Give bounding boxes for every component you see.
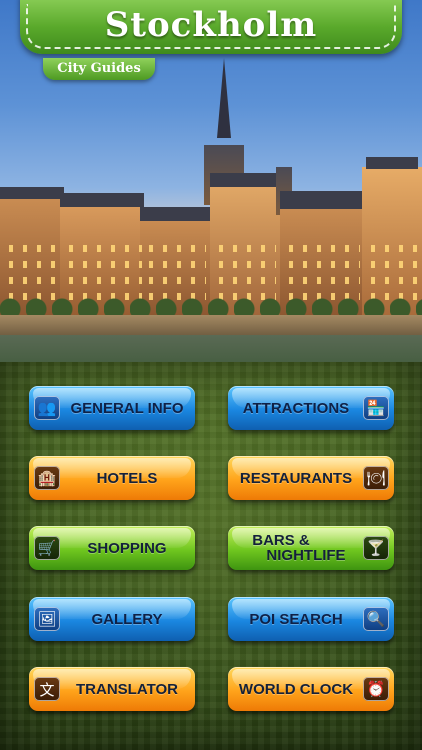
stockholm-city-photo (0, 0, 422, 375)
bars-nightlife-line1: BARS & (252, 532, 310, 549)
attractions-label: ATTRACTIONS (242, 399, 350, 417)
bars-nightlife-label: BARS & NIGHTLIFE (232, 526, 360, 570)
shopping-cart-icon: 🛒 (34, 536, 60, 560)
gallery-label: GALLERY (91, 610, 163, 628)
bars-nightlife-line2: NIGHTLIFE (266, 547, 346, 564)
bars-nightlife-button[interactable]: BARS & NIGHTLIFE 🍸 (228, 526, 394, 570)
poi-search-button[interactable]: POI SEARCH 🔍 (228, 597, 394, 641)
poi-search-label: POI SEARCH (249, 610, 343, 628)
title-banner: Stockholm (20, 0, 402, 54)
translator-label: TRANSLATOR (76, 680, 178, 698)
shopping-label: SHOPPING (87, 539, 167, 557)
translator-button[interactable]: 文 TRANSLATOR (29, 667, 195, 711)
restaurants-label: RESTAURANTS (239, 469, 353, 487)
app-screen: Stockholm City Guides 👥 GENERAL INFO ATT… (0, 0, 422, 750)
hotel-building-icon: 🏨 (34, 466, 60, 490)
gallery-button[interactable]: 🖼 GALLERY (29, 597, 195, 641)
world-clock-label: WORLD CLOCK (238, 680, 354, 698)
hotels-button[interactable]: 🏨 HOTELS (29, 456, 195, 500)
attractions-button[interactable]: ATTRACTIONS 🏪 (228, 386, 394, 430)
subtitle-tab: City Guides (43, 58, 155, 80)
store-icon: 🏪 (363, 396, 389, 420)
hotels-label: HOTELS (96, 469, 158, 487)
shopping-button[interactable]: 🛒 SHOPPING (29, 526, 195, 570)
general-info-button[interactable]: 👥 GENERAL INFO (29, 386, 195, 430)
magnifier-icon: 🔍 (363, 607, 389, 631)
translate-icon: 文 (34, 677, 60, 701)
general-info-label: GENERAL INFO (70, 399, 184, 417)
cocktail-glass-icon: 🍸 (363, 536, 389, 560)
alarm-clock-icon: ⏰ (363, 677, 389, 701)
photos-icon: 🖼 (34, 607, 60, 631)
world-clock-button[interactable]: WORLD CLOCK ⏰ (228, 667, 394, 711)
restaurants-button[interactable]: RESTAURANTS 🍽 (228, 456, 394, 500)
people-icon: 👥 (34, 396, 60, 420)
page-title: Stockholm (104, 5, 318, 45)
plate-cutlery-icon: 🍽 (363, 466, 389, 490)
